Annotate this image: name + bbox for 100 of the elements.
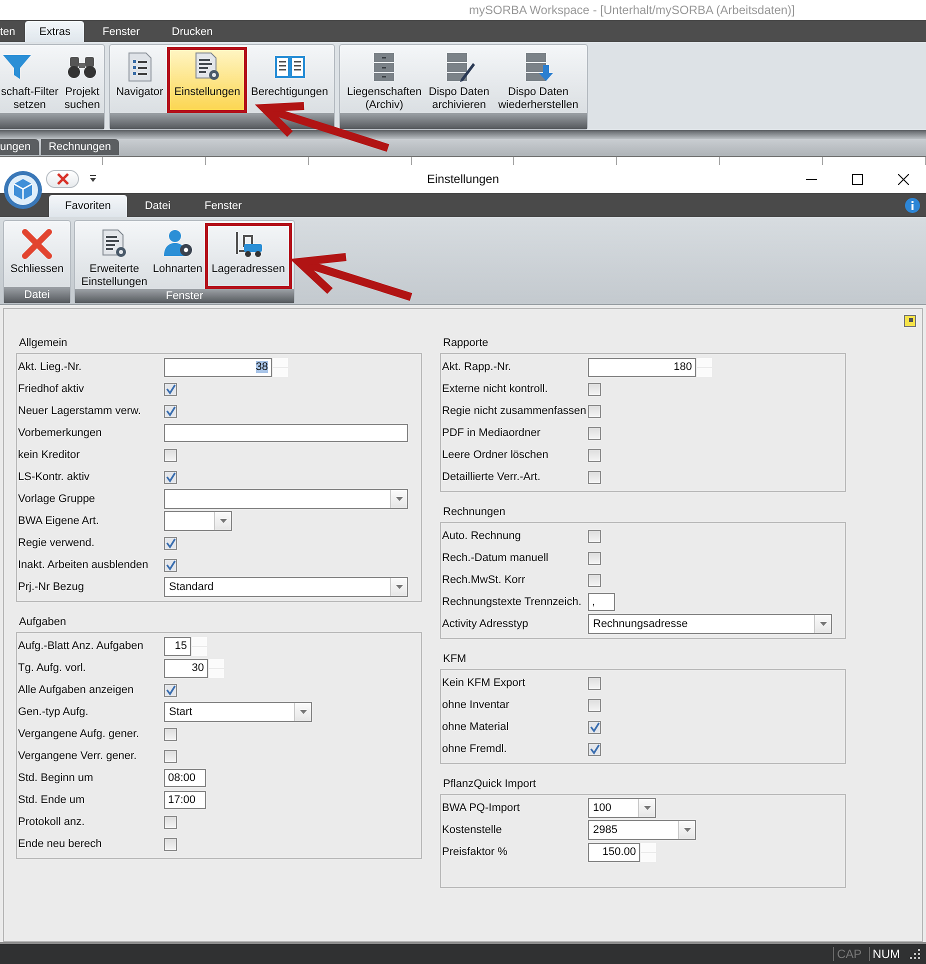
text-field[interactable]: 17:00 [164, 791, 206, 809]
ribbon-button[interactable]: Navigator [112, 47, 168, 113]
field-label: Regie nicht zusammenfassen [442, 405, 588, 417]
field-label: BWA Eigene Art. [18, 515, 100, 527]
ribbon-button[interactable]: Projekt suchen [62, 47, 102, 113]
ribbon-button[interactable]: Berechtigungen [247, 47, 332, 113]
ribbon-tab[interactable]: Fenster [88, 21, 154, 42]
dropdown-arrow-icon [300, 710, 306, 714]
checkbox[interactable] [588, 676, 601, 690]
field-label: ohne Fremdl. [442, 743, 508, 755]
info-icon [905, 198, 920, 212]
checkbox[interactable] [164, 838, 177, 850]
dropdown[interactable]: 2985 [588, 820, 696, 840]
ribbon-tab[interactable]: Fenster [188, 195, 258, 217]
field-label: Aufg.-Blatt Anz. Aufgaben [18, 640, 144, 652]
ribbon-button[interactable]: Lageradressen [204, 223, 292, 289]
checkbox[interactable] [164, 470, 177, 484]
checkbox[interactable] [588, 448, 601, 462]
checkbox[interactable] [588, 426, 601, 440]
text-field[interactable]: , [588, 593, 615, 611]
field-label: LS-Kontr. aktiv [18, 471, 91, 483]
field-label: PDF in Mediaordner [442, 427, 542, 439]
field-label: Std. Ende um [18, 794, 86, 806]
ribbon-tab[interactable]: ten [0, 21, 22, 42]
checkbox[interactable] [164, 448, 177, 462]
checkbox[interactable] [164, 404, 177, 418]
field-label: Vorlage Gruppe [18, 493, 96, 505]
customize-icon [89, 175, 97, 183]
ribbon-button[interactable]: Dispo Daten archivieren [426, 47, 492, 113]
field-label: Friedhof aktiv [18, 383, 86, 395]
info-button[interactable] [905, 198, 920, 212]
field-label: Tg. Aufg. vorl. [18, 662, 87, 674]
close-icon [21, 228, 53, 260]
square-icon [904, 315, 916, 327]
checkbox[interactable] [588, 720, 601, 734]
status-indicator: CAP [832, 947, 865, 961]
section-title: Rechnungen [442, 505, 506, 520]
checkbox[interactable] [164, 816, 177, 828]
close-icon [56, 172, 70, 186]
ribbon-button[interactable]: schaft-Filter setzen [0, 47, 63, 113]
maximize-icon [852, 174, 862, 184]
text-field[interactable] [164, 424, 408, 442]
field-label: Prj.-Nr Bezug [18, 581, 86, 593]
checkbox[interactable] [588, 698, 601, 712]
dropdown-arrow-icon [396, 497, 402, 501]
ribbon-tab[interactable]: Datei [128, 195, 187, 217]
number-field[interactable]: 150.00 [588, 842, 640, 862]
status-indicator: NUM [868, 947, 903, 961]
ribbon-button[interactable]: Lohnarten [152, 223, 204, 289]
dropdown-arrow-icon [220, 519, 226, 523]
section-title: Allgemein [18, 336, 68, 351]
dropdown[interactable] [164, 511, 232, 531]
field-label: Akt. Lieg.-Nr. [18, 361, 83, 373]
dropdown[interactable]: Start [164, 702, 312, 722]
ribbon-button[interactable]: Schliessen [6, 223, 68, 287]
number-field[interactable]: 38 [164, 358, 272, 376]
field-label: Ende neu berech [18, 838, 103, 850]
window-title: Einstellungen [426, 172, 500, 186]
ribbon-tab[interactable]: Drucken [158, 21, 227, 42]
number-field[interactable]: 30 [164, 658, 208, 678]
checkbox[interactable] [588, 552, 601, 564]
document-tab[interactable]: ungen [0, 139, 39, 155]
checkbox[interactable] [164, 728, 177, 740]
dropdown[interactable] [164, 489, 408, 509]
checkbox[interactable] [164, 536, 177, 550]
field-label: Vergangene Verr. gener. [18, 750, 138, 762]
field-label: Rechnungstexte Trennzeich. [442, 596, 582, 608]
document-tab[interactable]: Rechnungen [40, 139, 119, 155]
checkbox[interactable] [588, 742, 601, 756]
checkbox[interactable] [164, 382, 177, 396]
ribbon-button[interactable]: Liegenschaften (Archiv) [342, 47, 427, 113]
field-label: Inakt. Arbeiten ausblenden [18, 559, 150, 571]
checkbox[interactable] [588, 530, 601, 542]
field-label: Gen.-typ Aufg. [18, 706, 90, 718]
field-label: Externe nicht kontroll. [442, 383, 549, 395]
checkbox[interactable] [588, 574, 601, 586]
text-field[interactable]: 08:00 [164, 769, 206, 787]
ribbon-button[interactable]: Dispo Daten wiederherstellen [492, 47, 585, 113]
ribbon-tab[interactable]: Extras [25, 21, 84, 42]
checkbox[interactable] [588, 470, 601, 484]
number-field[interactable]: 180 [588, 358, 696, 376]
section-title: Aufgaben [18, 615, 68, 630]
ribbon-button[interactable]: Erweiterte Einstellungen [77, 223, 152, 289]
checkbox[interactable] [164, 750, 177, 762]
ribbon-tab[interactable]: Favoriten [49, 195, 127, 217]
resize-grip-icon [910, 949, 920, 959]
dropdown[interactable]: 100 [588, 798, 656, 818]
field-label: kein Kreditor [18, 449, 81, 461]
checkbox[interactable] [164, 558, 177, 572]
field-label: Auto. Rechnung [442, 530, 522, 542]
number-field[interactable]: 15 [164, 636, 191, 656]
dropdown[interactable]: Standard [164, 577, 408, 597]
field-label: Preisfaktor % [442, 846, 508, 858]
dropdown[interactable]: Rechnungsadresse [588, 614, 832, 634]
ribbon-button[interactable]: Einstellungen [167, 47, 248, 113]
dropdown-arrow-icon [684, 828, 690, 832]
checkbox[interactable] [164, 684, 177, 696]
field-label: Activity Adresstyp [442, 618, 530, 630]
checkbox[interactable] [588, 404, 601, 418]
checkbox[interactable] [588, 382, 601, 396]
